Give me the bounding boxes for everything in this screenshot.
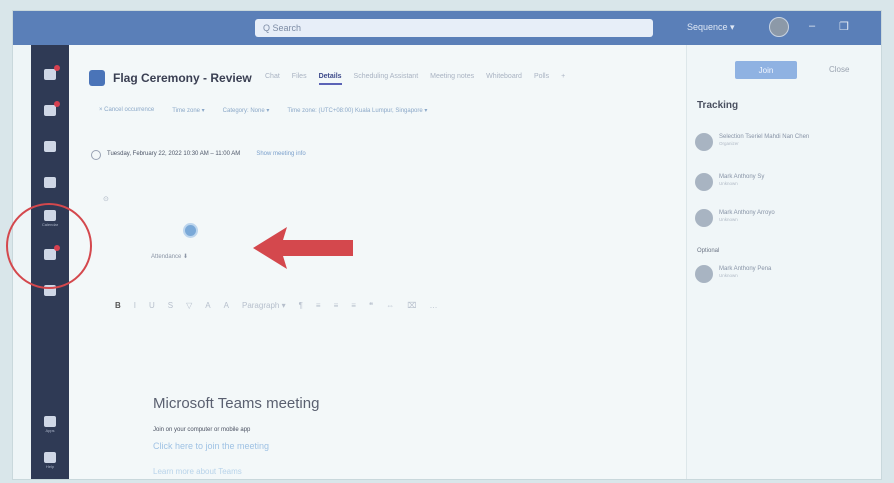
chat-icon (44, 100, 60, 116)
join-instructions: Join on your computer or mobile app (153, 427, 251, 433)
clock-icon (91, 150, 101, 160)
attendee-name: Selection Tseriel Mahdi Nan Chen (719, 134, 810, 140)
activity-icon (44, 64, 60, 80)
title-bar: Q Search Sequence ▾ – ❐ (13, 11, 881, 45)
annotation-circle (6, 203, 92, 289)
attendee-item[interactable]: Mark Anthony Sy Unknown (695, 173, 764, 191)
meeting-details-pane: Flag Ceremony - Review Chat Files Detail… (69, 45, 686, 479)
teams-window: Q Search Sequence ▾ – ❐ Calendar Apps He… (12, 10, 882, 480)
tracking-pane: Join Close Tracking Selection Tseriel Ma… (686, 45, 881, 479)
attendee-item[interactable]: Mark Anthony Arroyo Unknown (695, 209, 775, 227)
table-button[interactable]: ⌧ (407, 301, 416, 310)
meeting-info-link[interactable]: Show meeting info (256, 151, 305, 157)
format-toolbar: B I U S ▽ A A Paragraph ▾ ¶ ≡ ≡ ≡ ❝ ⇔ ⌧ … (115, 301, 437, 310)
attendee-status: Unknown (719, 273, 738, 278)
tracking-heading: Tracking (697, 100, 739, 111)
avatar (695, 265, 713, 283)
apps-icon (44, 415, 56, 427)
increase-indent-button[interactable]: ≡ (334, 301, 339, 310)
time-zone-select[interactable]: Time zone: (UTC+08:00) Kuala Lumpur, Sin… (287, 107, 427, 114)
avatar[interactable] (769, 17, 789, 37)
cancel-occurrence-button[interactable]: × Cancel occurrence (99, 107, 154, 114)
avatar (695, 209, 713, 227)
rail-item-assignments[interactable] (38, 171, 62, 193)
tab-chat[interactable]: Chat (265, 73, 280, 85)
search-placeholder: Q Search (263, 23, 302, 33)
assignments-icon (44, 176, 56, 188)
close-button[interactable]: Close (829, 65, 849, 74)
tab-scheduling-assistant[interactable]: Scheduling Assistant (354, 73, 419, 85)
more-options-button[interactable]: … (429, 301, 437, 310)
tab-files[interactable]: Files (292, 73, 307, 85)
meeting-datetime[interactable]: Tuesday, February 22, 2022 10:30 AM – 11… (107, 151, 240, 157)
learn-more-link[interactable]: Learn more about Teams (153, 467, 242, 476)
attendee-name: Mark Anthony Arroyo (719, 210, 775, 216)
rail-item-apps[interactable]: Apps (38, 413, 62, 435)
strikethrough-button[interactable]: S (168, 301, 173, 310)
join-button[interactable]: Join (735, 61, 797, 79)
help-icon (44, 451, 56, 463)
rail-label-help: Help (45, 463, 55, 469)
attendance-download-link[interactable]: Attendance ⬇ (151, 253, 188, 260)
font-color-button[interactable]: A (205, 301, 210, 310)
teams-meeting-heading: Microsoft Teams meeting (153, 395, 320, 412)
attendee-status: Organizer (719, 141, 739, 146)
optional-heading: Optional (697, 248, 720, 254)
join-meeting-link[interactable]: Click here to join the meeting (153, 441, 269, 451)
underline-button[interactable]: U (149, 301, 155, 310)
avatar (695, 133, 713, 151)
search-input[interactable]: Q Search (255, 19, 653, 37)
notification-badge (54, 100, 60, 107)
restore-button[interactable]: ❐ (839, 20, 849, 33)
rail-item-chat[interactable] (38, 99, 62, 121)
rail-item-teams[interactable] (38, 135, 62, 157)
quote-button[interactable]: ❝ (369, 301, 373, 310)
meeting-action-bar: × Cancel occurrence Time zone ▾ Category… (99, 107, 427, 114)
decrease-indent-button[interactable]: ≡ (316, 301, 321, 310)
attendee-status: Unknown (719, 217, 738, 222)
tab-strip: Chat Files Details Scheduling Assistant … (265, 73, 565, 85)
rail-item-help[interactable]: Help (38, 449, 62, 471)
meeting-time-row: Tuesday, February 22, 2022 10:30 AM – 11… (91, 150, 306, 160)
bullet-list-button[interactable]: ≡ (351, 301, 356, 310)
attendee-name: Mark Anthony Sy (719, 174, 765, 180)
avatar (695, 173, 713, 191)
bold-button[interactable]: B (115, 301, 121, 310)
tab-details[interactable]: Details (318, 73, 342, 85)
highlight-button[interactable]: ▽ (186, 301, 192, 310)
tab-meeting-notes[interactable]: Meeting notes (430, 73, 474, 85)
join-button-label: Join (758, 65, 774, 75)
tab-polls[interactable]: Polls (534, 73, 549, 85)
details-icon: ⊙ (103, 196, 109, 203)
rail-label-apps: Apps (45, 427, 55, 433)
italic-button[interactable]: I (134, 301, 136, 310)
user-name[interactable]: Sequence ▾ (687, 22, 735, 33)
attendee-item[interactable]: Selection Tseriel Mahdi Nan Chen Organiz… (695, 133, 809, 151)
font-size-button[interactable]: A (224, 301, 229, 310)
calendar-icon (89, 70, 105, 86)
rail-item-activity[interactable] (38, 63, 62, 85)
annotation-arrow (253, 227, 353, 269)
clear-format-button[interactable]: ¶ (299, 301, 303, 310)
notification-badge (54, 64, 60, 71)
teams-icon (44, 140, 56, 152)
tab-add[interactable]: + (561, 73, 565, 85)
time-zone-dropdown[interactable]: Time zone ▾ (172, 107, 204, 114)
attendee-item[interactable]: Mark Anthony Pena Unknown (695, 265, 771, 283)
category-dropdown[interactable]: Category: None ▾ (223, 107, 270, 114)
page-title: Flag Ceremony - Review (113, 71, 252, 85)
paragraph-dropdown[interactable]: Paragraph ▾ (242, 301, 286, 310)
attendee-status: Unknown (719, 181, 738, 186)
minimize-button[interactable]: – (809, 20, 815, 32)
attendance-icon[interactable] (183, 223, 198, 238)
link-button[interactable]: ⇔ (386, 301, 394, 310)
tab-whiteboard[interactable]: Whiteboard (486, 73, 522, 85)
attendee-name: Mark Anthony Pena (719, 266, 772, 272)
